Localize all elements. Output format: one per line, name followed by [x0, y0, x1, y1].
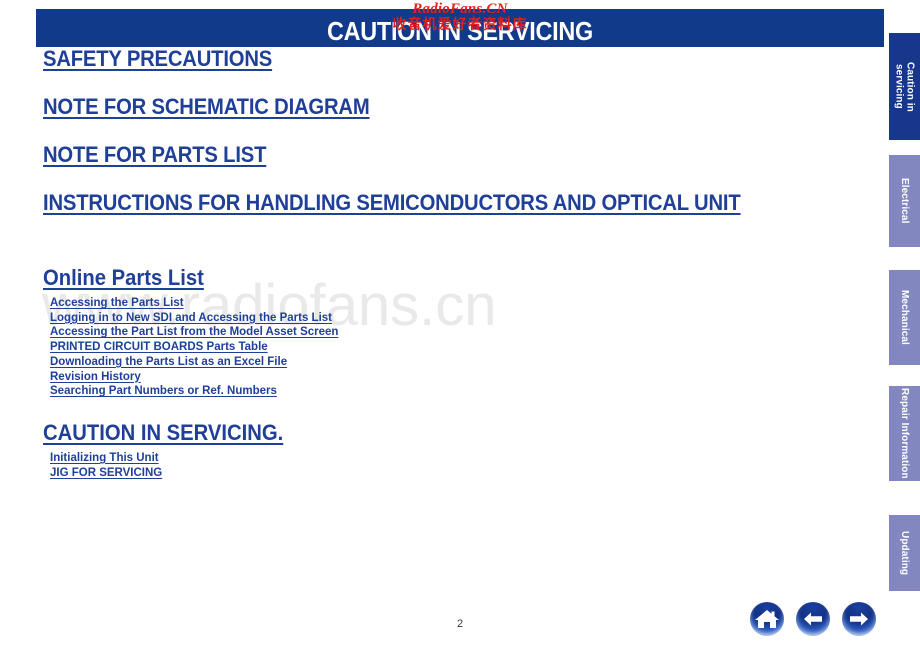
side-tab-updating[interactable]: Updating — [889, 515, 920, 591]
toc-heading-caution-in-servicing[interactable]: CAUTION IN SERVICING. — [43, 420, 283, 446]
toc-link-instructions-handling-semiconductors[interactable]: INSTRUCTIONS FOR HANDLING SEMICONDUCTORS… — [43, 190, 741, 216]
side-tab-rail: Caution in servicing Electrical Mechanic… — [888, 0, 920, 651]
toc-group-online-parts-list: Online Parts List Accessing the Parts Li… — [43, 265, 823, 399]
side-tab-caution-in-servicing[interactable]: Caution in servicing — [889, 33, 920, 140]
table-of-contents: SAFETY PRECAUTIONS NOTE FOR SCHEMATIC DI… — [43, 46, 823, 480]
side-tab-electrical[interactable]: Electrical — [889, 155, 920, 247]
side-tab-label: Repair Information — [899, 388, 910, 479]
toc-sublink-revision-history[interactable]: Revision History — [50, 370, 141, 385]
toc-sublist-caution-in-servicing: Initializing This Unit JIG FOR SERVICING — [43, 451, 823, 480]
toc-link-note-for-schematic-diagram[interactable]: NOTE FOR SCHEMATIC DIAGRAM — [43, 94, 370, 120]
page-title: CAUTION IN SERVICING — [327, 16, 593, 46]
toc-link-note-for-parts-list[interactable]: NOTE FOR PARTS LIST — [43, 142, 266, 168]
toc-link-safety-precautions[interactable]: SAFETY PRECAUTIONS — [43, 46, 272, 72]
arrow-left-icon — [804, 612, 822, 626]
home-icon — [755, 610, 779, 628]
side-tab-label: Electrical — [899, 178, 910, 224]
side-tab-label: Caution in servicing — [893, 61, 916, 112]
toc-sublink-printed-circuit-boards-parts-table[interactable]: PRINTED CIRCUIT BOARDS Parts Table — [50, 340, 268, 355]
toc-sublink-accessing-the-parts-list[interactable]: Accessing the Parts List — [50, 296, 184, 311]
toc-sublink-logging-in-new-sdi[interactable]: Logging in to New SDI and Accessing the … — [50, 311, 332, 326]
navigation-buttons — [750, 602, 876, 636]
toc-sublink-initializing-this-unit[interactable]: Initializing This Unit — [50, 451, 159, 466]
toc-heading-online-parts-list[interactable]: Online Parts List — [43, 265, 204, 291]
toc-sublink-downloading-parts-list-excel[interactable]: Downloading the Parts List as an Excel F… — [50, 355, 287, 370]
toc-sublink-accessing-part-list-model-asset[interactable]: Accessing the Part List from the Model A… — [50, 325, 338, 340]
side-tab-label: Updating — [899, 530, 910, 576]
side-tab-repair-information[interactable]: Repair Information — [889, 386, 920, 481]
toc-group-caution-in-servicing: CAUTION IN SERVICING. Initializing This … — [43, 420, 823, 480]
back-button[interactable] — [796, 602, 830, 636]
home-button[interactable] — [750, 602, 784, 636]
side-tab-label: Mechanical — [899, 290, 910, 345]
toc-sublist-online-parts-list: Accessing the Parts List Logging in to N… — [43, 296, 823, 399]
toc-sublink-jig-for-servicing[interactable]: JIG FOR SERVICING — [50, 466, 162, 481]
toc-sublink-searching-part-numbers[interactable]: Searching Part Numbers or Ref. Numbers — [50, 384, 277, 399]
page-header-banner: CAUTION IN SERVICING — [36, 9, 884, 47]
arrow-right-icon — [850, 612, 868, 626]
forward-button[interactable] — [842, 602, 876, 636]
side-tab-mechanical[interactable]: Mechanical — [889, 270, 920, 365]
